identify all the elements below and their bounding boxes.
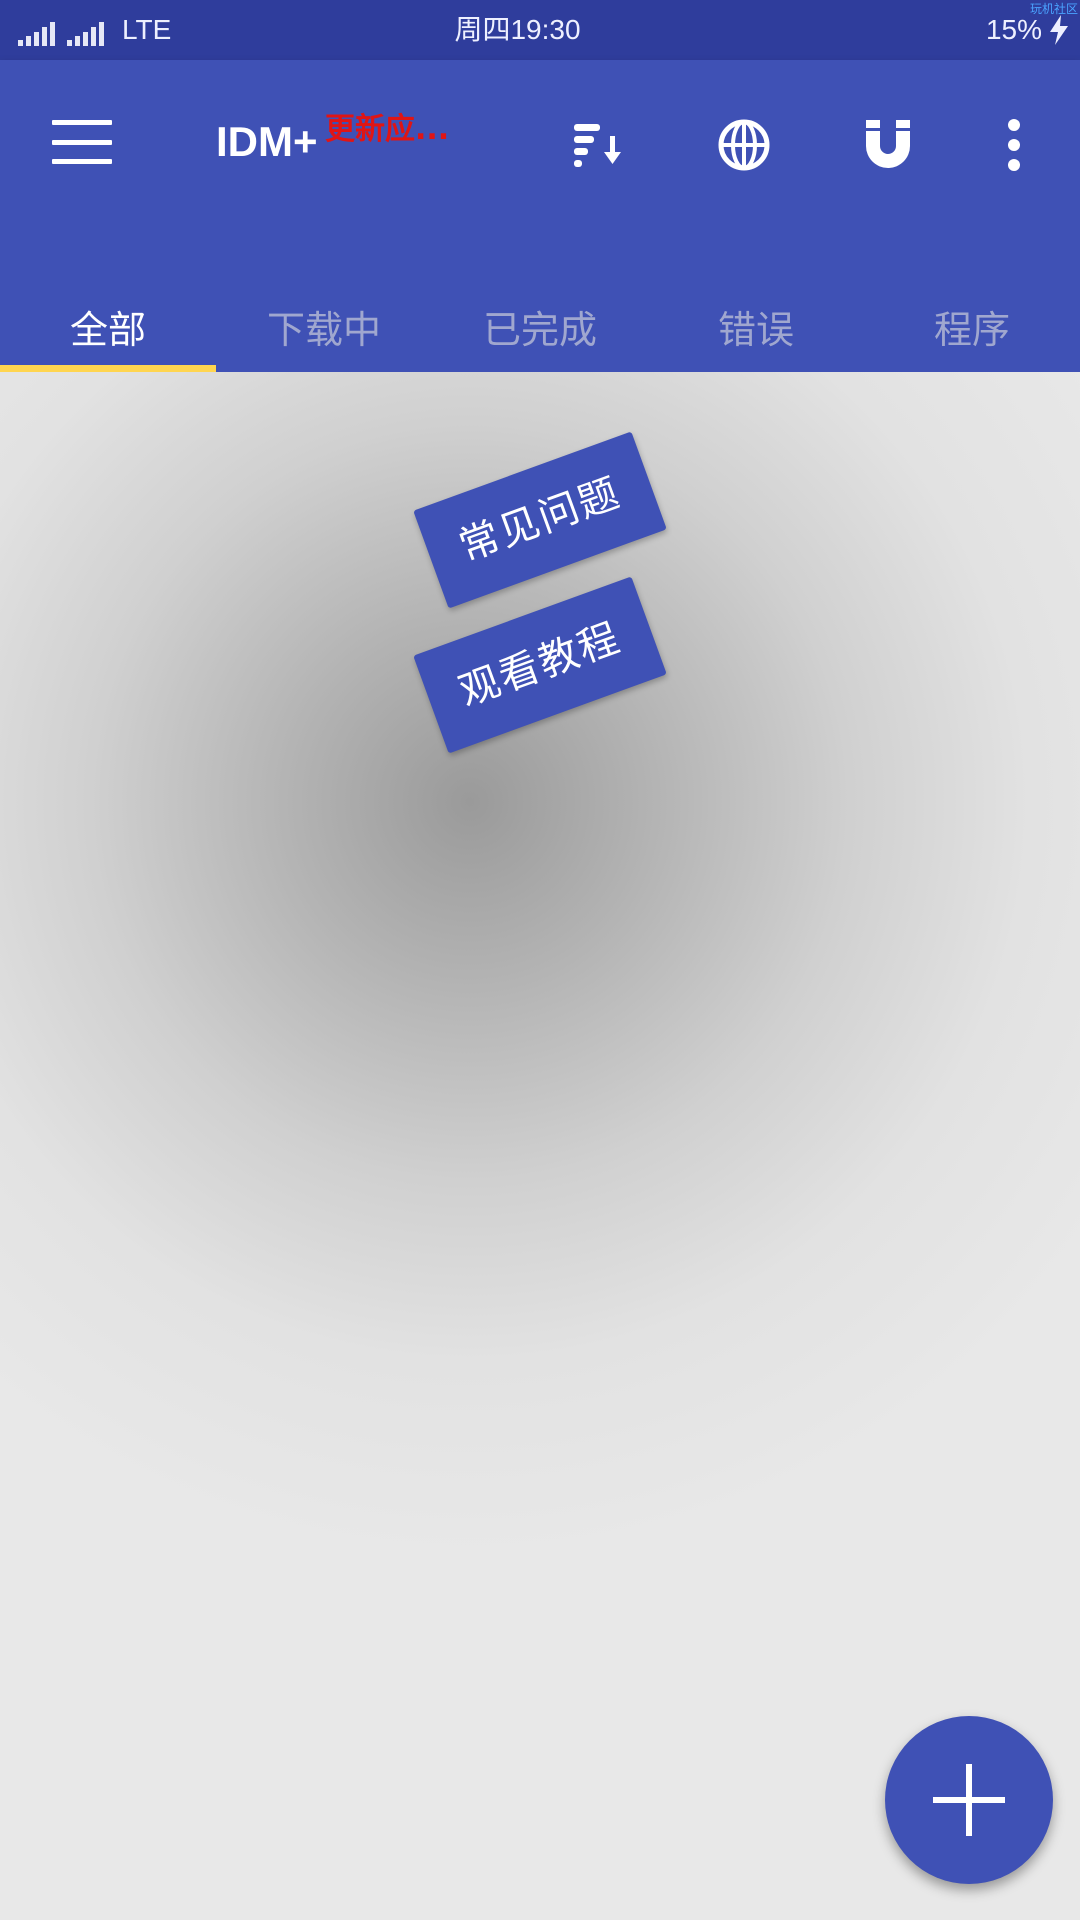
update-app-badge[interactable]: 更新应... xyxy=(325,104,449,148)
more-vert-icon[interactable] xyxy=(984,115,1044,175)
app-title: IDM+ xyxy=(216,118,318,165)
active-tab-indicator xyxy=(0,365,216,372)
tab-downloading[interactable]: 下载中 xyxy=(216,300,432,372)
watermark: 玩机社区 xyxy=(1029,2,1078,16)
charging-icon xyxy=(1050,15,1068,45)
sort-icon[interactable] xyxy=(570,115,630,175)
status-bar: LTE 周四19:30 15% 玩机社区 xyxy=(0,0,1080,60)
tab-all[interactable]: 全部 xyxy=(0,300,216,372)
add-icon xyxy=(933,1764,1005,1836)
status-clock: 周四19:30 xyxy=(454,14,581,45)
battery-percent: 15% xyxy=(985,14,1042,45)
download-list-empty xyxy=(0,372,1080,1920)
browser-globe-icon[interactable] xyxy=(714,115,774,175)
tab-bar: 全部 下载中 已完成 错误 程序 xyxy=(0,300,1080,372)
tab-apps[interactable]: 程序 xyxy=(864,300,1080,372)
magnet-icon[interactable] xyxy=(858,115,918,175)
tab-completed[interactable]: 已完成 xyxy=(432,300,648,372)
tab-error[interactable]: 错误 xyxy=(648,300,864,372)
status-bar-right: 15% xyxy=(986,12,1070,48)
app-bar: IDM+ 更新应... 全部 下载中 已完成 错误 程序 xyxy=(0,60,1080,372)
add-download-button[interactable] xyxy=(885,1716,1053,1884)
menu-icon[interactable] xyxy=(52,120,112,164)
